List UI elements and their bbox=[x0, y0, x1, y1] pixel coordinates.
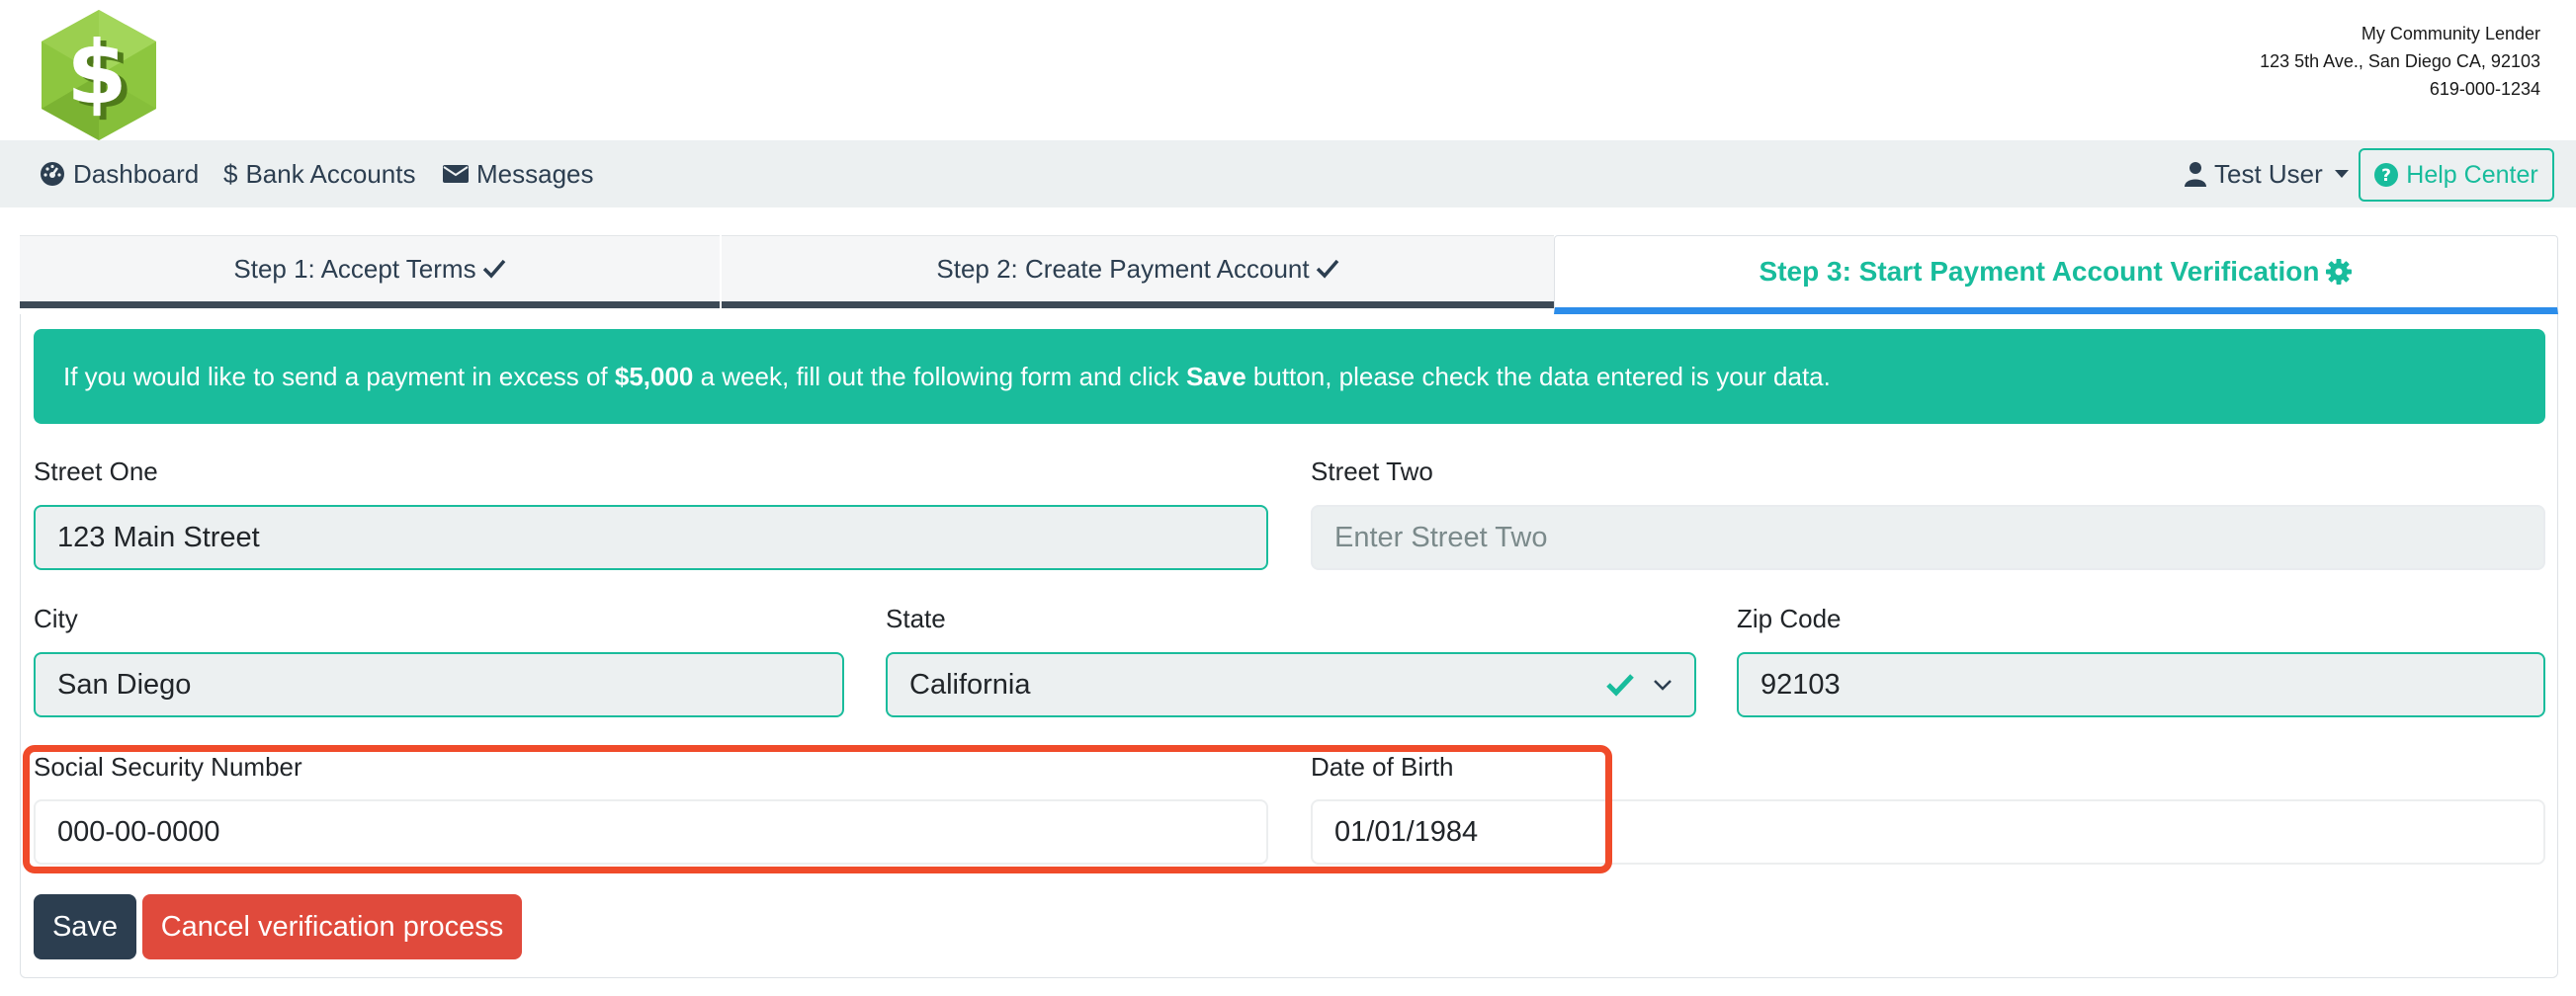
alert-save-word: Save bbox=[1185, 361, 1246, 391]
check-icon bbox=[1316, 259, 1338, 279]
state-select[interactable]: California bbox=[886, 652, 1696, 717]
street-one-label: Street One bbox=[34, 456, 158, 486]
svg-text:$: $ bbox=[66, 22, 127, 124]
street-one-input[interactable]: 123 Main Street bbox=[34, 505, 1268, 570]
highlight-box bbox=[23, 745, 1612, 873]
alert-text-1: If you would like to send a payment in e… bbox=[63, 361, 615, 391]
verification-steps: Step 1: Accept Terms Step 2: Create Paym… bbox=[20, 235, 2558, 314]
tab-step-1[interactable]: Step 1: Accept Terms bbox=[20, 235, 720, 308]
zip-code-value: 92103 bbox=[1760, 668, 1841, 701]
zip-code-input[interactable]: 92103 bbox=[1737, 652, 2545, 717]
nav-bank-accounts-label: Bank Accounts bbox=[245, 158, 416, 189]
dashboard-icon bbox=[41, 162, 64, 186]
alert-text-2: a week, fill out the following form and … bbox=[693, 361, 1186, 391]
nav-messages-label: Messages bbox=[476, 158, 594, 189]
chevron-down-icon bbox=[1654, 680, 1672, 691]
user-name: Test User bbox=[2214, 158, 2323, 189]
lender-name: My Community Lender bbox=[2361, 24, 2540, 43]
step-2-label: Step 2: Create Payment Account bbox=[936, 253, 1310, 284]
lender-info: My Community Lender 123 5th Ave., San Di… bbox=[2260, 20, 2540, 103]
question-circle-icon: ? bbox=[2374, 163, 2399, 187]
city-value: San Diego bbox=[57, 668, 192, 701]
nav-bank-accounts[interactable]: $ Bank Accounts bbox=[223, 140, 415, 208]
svg-text:?: ? bbox=[2381, 166, 2391, 186]
city-label: City bbox=[34, 604, 78, 633]
user-menu-dropdown[interactable]: Test User bbox=[2185, 140, 2349, 208]
street-two-input[interactable]: Enter Street Two bbox=[1311, 505, 2545, 570]
lender-phone: 619-000-1234 bbox=[2429, 79, 2540, 99]
lender-address: 123 5th Ave., San Diego CA, 92103 bbox=[2260, 51, 2540, 71]
top-navbar: Dashboard $ Bank Accounts Messages Test … bbox=[0, 140, 2576, 208]
gear-icon bbox=[2326, 259, 2353, 285]
city-input[interactable]: San Diego bbox=[34, 652, 844, 717]
dollar-hexagon-logo: $ $ bbox=[38, 8, 160, 142]
state-value: California bbox=[909, 668, 1031, 701]
step-3-label: Step 3: Start Payment Account Verificati… bbox=[1759, 256, 2320, 287]
tab-step-2[interactable]: Step 2: Create Payment Account bbox=[722, 235, 1554, 308]
tab-step-3[interactable]: Step 3: Start Payment Account Verificati… bbox=[1554, 235, 2558, 314]
check-icon bbox=[482, 259, 505, 279]
street-one-value: 123 Main Street bbox=[57, 521, 260, 553]
nav-messages[interactable]: Messages bbox=[443, 140, 594, 208]
nav-dashboard-label: Dashboard bbox=[73, 158, 200, 189]
nav-dashboard[interactable]: Dashboard bbox=[40, 140, 199, 208]
caret-down-icon bbox=[2334, 170, 2349, 178]
zip-code-label: Zip Code bbox=[1737, 604, 1842, 633]
check-icon bbox=[1606, 674, 1634, 697]
user-icon bbox=[2185, 162, 2206, 187]
save-button[interactable]: Save bbox=[34, 894, 136, 959]
envelope-icon bbox=[443, 165, 469, 183]
dollar-icon: $ bbox=[223, 158, 238, 189]
help-center-button[interactable]: ? Help Center bbox=[2359, 148, 2554, 202]
info-alert: If you would like to send a payment in e… bbox=[34, 329, 2545, 424]
state-label: State bbox=[886, 604, 946, 633]
alert-amount: $5,000 bbox=[614, 361, 694, 391]
alert-text-3: button, please check the data entered is… bbox=[1245, 361, 1831, 391]
street-two-label: Street Two bbox=[1311, 456, 1433, 486]
help-center-label: Help Center bbox=[2406, 160, 2538, 189]
cancel-verification-button[interactable]: Cancel verification process bbox=[142, 894, 522, 959]
step-1-label: Step 1: Accept Terms bbox=[233, 253, 476, 284]
street-two-placeholder: Enter Street Two bbox=[1334, 521, 1548, 553]
